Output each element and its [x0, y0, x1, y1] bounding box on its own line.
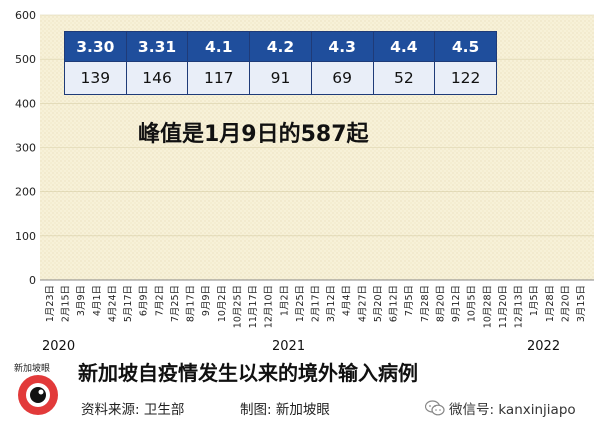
wechat-icon [425, 400, 445, 416]
x-tick-label: 6月12日 [389, 285, 400, 322]
table-date-cell: 4.5 [434, 30, 497, 63]
x-tick-label: 7月28日 [420, 285, 431, 322]
y-tick-label: 0 [29, 274, 36, 287]
x-axis: 1月23日 2月15日 3月9日 4月1日 4月24日 5月17日 6月9日 7月2日 7月25… [45, 285, 587, 328]
x-tick-label: 11月20日 [498, 285, 509, 328]
x-tick-label: 4月24日 [108, 285, 119, 322]
x-tick-label: 2月17日 [311, 285, 322, 322]
table-value-cell: 139 [64, 61, 127, 95]
x-tick-label: 9月9日 [201, 285, 212, 316]
y-tick-label: 600 [15, 9, 36, 22]
x-tick-label: 11月17日 [248, 285, 259, 328]
maker-note: 制图: 新加坡眼 [240, 402, 330, 418]
chart-title: 新加坡自疫情发生以来的境外输入病例 [78, 361, 418, 385]
table-value-cell: 91 [249, 61, 312, 95]
y-tick-label: 300 [15, 142, 36, 155]
x-tick-label: 3月15日 [576, 285, 587, 322]
x-tick-label: 9月12日 [451, 285, 462, 322]
x-tick-label: 4月27日 [357, 285, 368, 322]
x-tick-label: 1月23日 [45, 285, 56, 322]
x-tick-label: 7月2日 [154, 285, 165, 316]
x-tick-label: 5月17日 [123, 285, 134, 322]
x-tick-label: 1月5日 [529, 285, 540, 316]
x-tick-label: 4月4日 [342, 285, 353, 316]
table-date-cell: 4.2 [249, 30, 312, 63]
x-tick-label: 1月2日 [279, 285, 290, 316]
x-tick-label: 8月20日 [435, 285, 446, 322]
year-label-2022: 2022 [527, 339, 561, 354]
x-tick-label: 1月25日 [295, 285, 306, 322]
table-header-row: 3.30 3.31 4.1 4.2 4.3 4.4 4.5 [64, 30, 497, 63]
x-tick-label: 10月2日 [217, 285, 228, 322]
x-tick-label: 10月5日 [467, 285, 478, 322]
x-tick-label: 12月13日 [514, 285, 525, 328]
table-value-cell: 122 [434, 61, 497, 95]
table-value-cell: 69 [310, 61, 374, 95]
source-note: 资料来源: 卫生部 [81, 402, 185, 418]
table-date-cell: 3.30 [64, 30, 127, 63]
x-tick-label: 3月12日 [326, 285, 337, 322]
table-date-cell: 4.1 [187, 30, 251, 63]
y-tick-label: 500 [15, 53, 36, 66]
y-tick-label: 400 [15, 97, 36, 110]
wechat-label: 微信号: kanxinjiapo [449, 402, 576, 418]
x-tick-label: 2月20日 [560, 285, 571, 322]
x-tick-label: 10月28日 [482, 285, 493, 328]
x-tick-label: 8月17日 [186, 285, 197, 322]
x-tick-label: 3月9日 [76, 285, 87, 316]
table-date-cell: 4.3 [310, 30, 374, 63]
table-value-cell: 146 [125, 61, 189, 95]
logo-icon: 新加坡眼 [14, 362, 58, 415]
year-label-2020: 2020 [42, 339, 76, 354]
table-date-cell: 3.31 [125, 30, 189, 63]
x-tick-label: 1月28日 [545, 285, 556, 322]
x-tick-label: 6月9日 [139, 285, 150, 316]
table-value-cell: 52 [372, 61, 436, 95]
x-tick-label: 2月15日 [61, 285, 72, 322]
x-tick-label: 5月20日 [373, 285, 384, 322]
table-date-cell: 4.4 [372, 30, 436, 63]
x-tick-label: 4月1日 [92, 285, 103, 316]
x-tick-label: 7月5日 [404, 285, 415, 316]
table-value-cell: 117 [187, 61, 251, 95]
y-tick-label: 200 [15, 186, 36, 199]
x-tick-label: 10月25日 [232, 285, 243, 328]
y-tick-label: 100 [15, 230, 36, 243]
year-label-2021: 2021 [272, 339, 306, 354]
peak-annotation: 峰值是1月9日的587起 [138, 122, 369, 147]
x-tick-label: 7月25日 [170, 285, 181, 322]
recent-cases-table: 3.30 3.31 4.1 4.2 4.3 4.4 4.5 139 146 11… [64, 30, 497, 95]
table-value-row: 139 146 117 91 69 52 122 [64, 61, 497, 95]
wechat-id: 微信号: kanxinjiapo [425, 398, 576, 418]
x-tick-label: 12月10日 [264, 285, 275, 328]
logo-text: 新加坡眼 [14, 362, 50, 374]
